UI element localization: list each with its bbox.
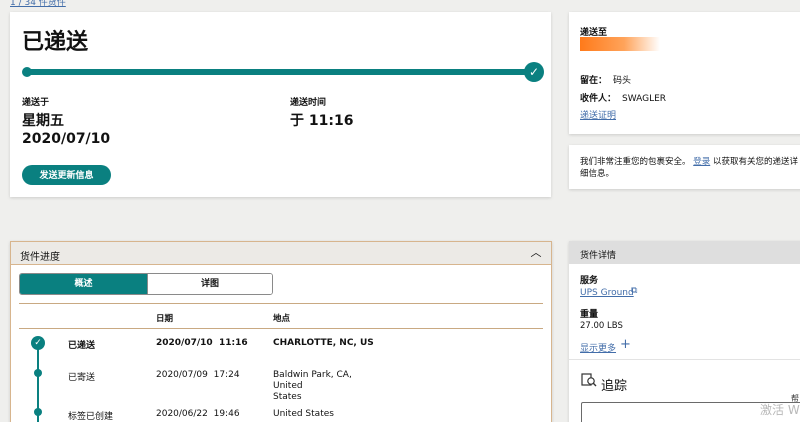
security-text-after: 以获取有关您的递送详 xyxy=(712,157,798,167)
row-status: 已递送 xyxy=(68,341,96,351)
divider xyxy=(569,359,800,360)
status-title: 已递送 xyxy=(22,30,89,55)
receiver-value: SWAGLER xyxy=(622,94,667,104)
column-header-date: 日期 xyxy=(156,314,174,324)
ship-to-card: 递送至 留在： 码头 收件人： SWAGLER 递送证明 xyxy=(569,12,800,134)
security-text-line2: 细信息。 xyxy=(580,169,615,179)
delivered-day: 星期五 xyxy=(22,113,64,129)
left-at-label: 留在： xyxy=(580,76,608,86)
row-time: 17:24 xyxy=(213,370,240,380)
security-notice-text: 我们非常注重您的包裹安全。 登录 以获取有关您的递送详 细信息。 xyxy=(580,156,800,180)
row-date: 2020/07/10 xyxy=(156,338,213,348)
column-header-location: 地点 xyxy=(273,314,291,324)
shipment-details-title: 货件详情 xyxy=(580,251,617,261)
receiver-row: 收件人： SWAGLER xyxy=(580,91,666,104)
shipment-count-link[interactable]: 1 / 34 件货件 xyxy=(10,0,66,8)
delivered-date: 2020/07/10 xyxy=(22,131,111,147)
chevron-up-icon[interactable]: ︿ xyxy=(529,246,543,260)
row-date-time: 2020/07/10 11:16 xyxy=(156,338,248,348)
row-location-line2: States xyxy=(273,392,302,402)
service-link[interactable]: UPS Ground xyxy=(580,288,634,298)
row-location: CHARLOTTE, NC, US xyxy=(273,338,374,348)
security-text-before: 我们非常注重您的包裹安全。 xyxy=(580,157,691,167)
login-link[interactable]: 登录 xyxy=(693,157,710,167)
row-status: 已寄送 xyxy=(68,373,96,383)
timeline-dot xyxy=(34,369,42,377)
proof-of-delivery-link[interactable]: 递送证明 xyxy=(580,108,616,121)
row-location-line1: Baldwin Park, CA, United xyxy=(273,370,352,391)
row-status: 标签已创建 xyxy=(68,412,114,422)
tab-overview[interactable]: 概述 xyxy=(20,274,147,294)
shipment-progress-panel: 货件进度 ︿ 概述 详图 日期 地点 ✓ 已递送 2020/07/10 11:1… xyxy=(10,241,552,422)
left-at-row: 留在： 码头 xyxy=(580,73,631,86)
timeline-dot xyxy=(34,408,42,416)
activation-watermark: 激活 W xyxy=(760,403,800,417)
divider xyxy=(19,328,543,329)
progress-bar xyxy=(26,69,538,75)
address-redacted-bar xyxy=(580,37,660,51)
delivery-status-card: 已递送 ✓ 递送于 星期五 2020/07/10 递送时间 于 11:16 发送… xyxy=(10,12,551,197)
tracking-search-icon xyxy=(581,372,597,392)
row-date: 2020/06/22 xyxy=(156,409,208,419)
send-updates-button[interactable]: 发送更新信息 xyxy=(22,165,111,185)
delivered-on-label: 递送于 xyxy=(22,98,50,108)
check-icon: ✓ xyxy=(524,62,544,82)
delivery-time-label: 递送时间 xyxy=(290,98,327,108)
row-location: Baldwin Park, CA, United States xyxy=(273,370,383,403)
weight-label: 重量 xyxy=(580,310,599,320)
external-link-icon[interactable]: ⧉ xyxy=(631,286,637,296)
row-date-time: 2020/07/09 17:24 xyxy=(156,370,240,380)
row-date-time: 2020/06/22 19:46 xyxy=(156,409,240,419)
service-label: 服务 xyxy=(580,276,599,286)
shipment-progress-title: 货件进度 xyxy=(20,252,60,263)
row-location: United States xyxy=(273,409,334,419)
plus-icon[interactable]: + xyxy=(620,337,631,352)
tab-detail[interactable]: 详图 xyxy=(147,274,272,294)
track-label: 追踪 xyxy=(601,379,628,394)
row-time: 11:16 xyxy=(218,338,248,348)
left-at-value: 码头 xyxy=(613,76,632,86)
progress-start-dot xyxy=(22,67,32,77)
row-time: 19:46 xyxy=(213,409,240,419)
view-toggle: 概述 详图 xyxy=(19,273,273,295)
row-date: 2020/07/09 xyxy=(156,370,208,380)
security-notice-card: 我们非常注重您的包裹安全。 登录 以获取有关您的递送详 细信息。 xyxy=(569,145,800,189)
weight-value: 27.00 LBS xyxy=(580,321,623,331)
divider xyxy=(19,303,543,304)
check-icon: ✓ xyxy=(31,336,45,350)
shipment-details-header: 货件详情 xyxy=(569,241,800,264)
delivery-time: 于 11:16 xyxy=(290,113,354,129)
receiver-label: 收件人： xyxy=(580,94,617,104)
shipment-progress-header[interactable]: 货件进度 ︿ xyxy=(11,242,551,265)
shipment-details-panel: 货件详情 服务 UPS Ground ⧉ 重量 27.00 LBS 显示更多 +… xyxy=(569,241,800,422)
show-more-link[interactable]: 显示更多 xyxy=(580,341,616,354)
